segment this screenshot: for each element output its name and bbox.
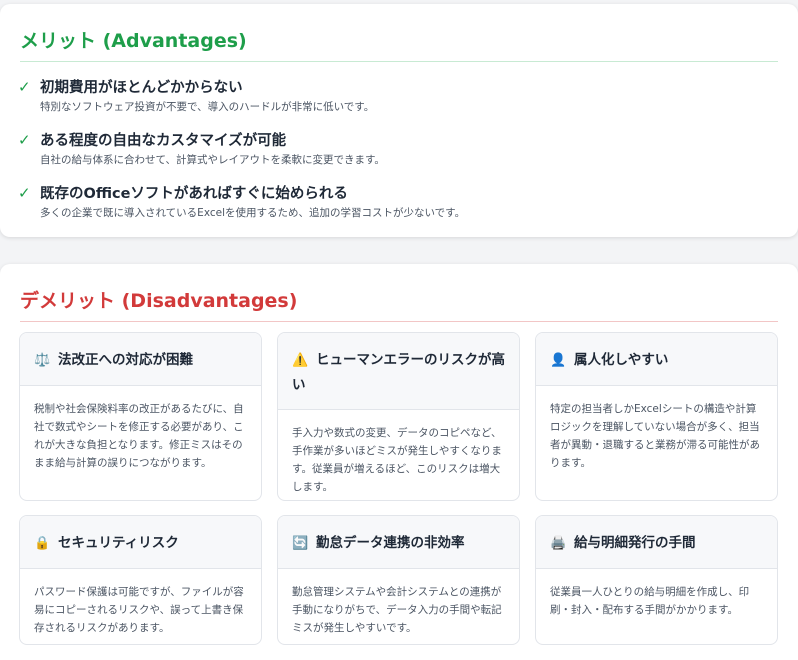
advantage-heading: 初期費用がほとんどかからない (40, 80, 243, 96)
advantage-description: 多くの企業で既に導入されているExcelを使用するため、追加の学習コストが少ない… (40, 207, 466, 219)
lock-icon: 🔒 (34, 536, 51, 551)
disadvantages-panel: デメリット (Disadvantages) ⚖️ 法改正への対応が困難 税制や社会… (0, 264, 798, 660)
disadvantage-card-security: 🔒 セキュリティリスク パスワード保護は可能ですが、ファイルが容易にコピーされるリ… (19, 515, 262, 645)
card-body: 税制や社会保険料率の改正があるたびに、自社で数式やシートを修正する必要があり、こ… (34, 403, 244, 469)
card-body: 従業員一人ひとりの給与明細を作成し、印刷・封入・配布する手間がかかります。 (550, 586, 750, 616)
printer-icon: 🖨️ (550, 536, 567, 551)
check-icon: ✓ (18, 184, 31, 202)
advantages-title: メリット (Advantages) (20, 26, 778, 62)
advantage-heading: ある程度の自由なカスタマイズが可能 (40, 133, 287, 149)
advantage-description: 自社の給与体系に合わせて、計算式やレイアウトを柔軟に変更できます。 (40, 154, 385, 166)
card-heading: ヒューマンエラーのリスクが高い (292, 352, 505, 393)
card-heading: 属人化しやすい (574, 352, 669, 368)
card-body: 手入力や数式の変更、データのコピペなど、手作業が多いほどミスが発生しやすくなりま… (292, 427, 502, 493)
disadvantage-card-personalization: 👤 属人化しやすい 特定の担当者しかExcelシートの構造や計算ロジックを理解して… (535, 332, 778, 501)
scales-icon: ⚖️ (34, 353, 51, 368)
check-icon: ✓ (18, 131, 31, 149)
card-heading: セキュリティリスク (58, 535, 179, 551)
warning-icon: ⚠️ (292, 353, 309, 368)
person-icon: 👤 (550, 353, 567, 368)
check-icon: ✓ (18, 78, 31, 96)
card-heading: 勤怠データ連携の非効率 (316, 535, 465, 551)
advantage-description: 特別なソフトウェア投資が不要で、導入のハードルが非常に低いです。 (40, 101, 375, 113)
disadvantage-card-payslip: 🖨️ 給与明細発行の手間 従業員一人ひとりの給与明細を作成し、印刷・封入・配布する… (535, 515, 778, 645)
card-body: 特定の担当者しかExcelシートの構造や計算ロジックを理解していない場合が多く、… (550, 403, 760, 469)
advantage-heading: 既存のOfficeソフトがあればすぐに始められる (40, 186, 348, 202)
disadvantage-card-human-error: ⚠️ ヒューマンエラーのリスクが高い 手入力や数式の変更、データのコピペなど、手作… (277, 332, 520, 501)
advantages-panel: メリット (Advantages) ✓ 初期費用がほとんどかからない 特別なソフ… (0, 4, 798, 237)
card-heading: 法改正への対応が困難 (58, 352, 193, 368)
disadvantage-card-attendance: 🔄 勤怠データ連携の非効率 勤怠管理システムや会計システムとの連携が手動になりがち… (277, 515, 520, 645)
sync-icon: 🔄 (292, 536, 309, 551)
card-heading: 給与明細発行の手間 (574, 535, 696, 551)
card-body: パスワード保護は可能ですが、ファイルが容易にコピーされるリスクや、誤って上書き保… (34, 586, 244, 634)
card-body: 勤怠管理システムや会計システムとの連携が手動になりがちで、データ入力の手間や転記… (292, 586, 502, 634)
disadvantages-title: デメリット (Disadvantages) (20, 286, 778, 322)
disadvantage-card-legal: ⚖️ 法改正への対応が困難 税制や社会保険料率の改正があるたびに、自社で数式やシー… (19, 332, 262, 501)
